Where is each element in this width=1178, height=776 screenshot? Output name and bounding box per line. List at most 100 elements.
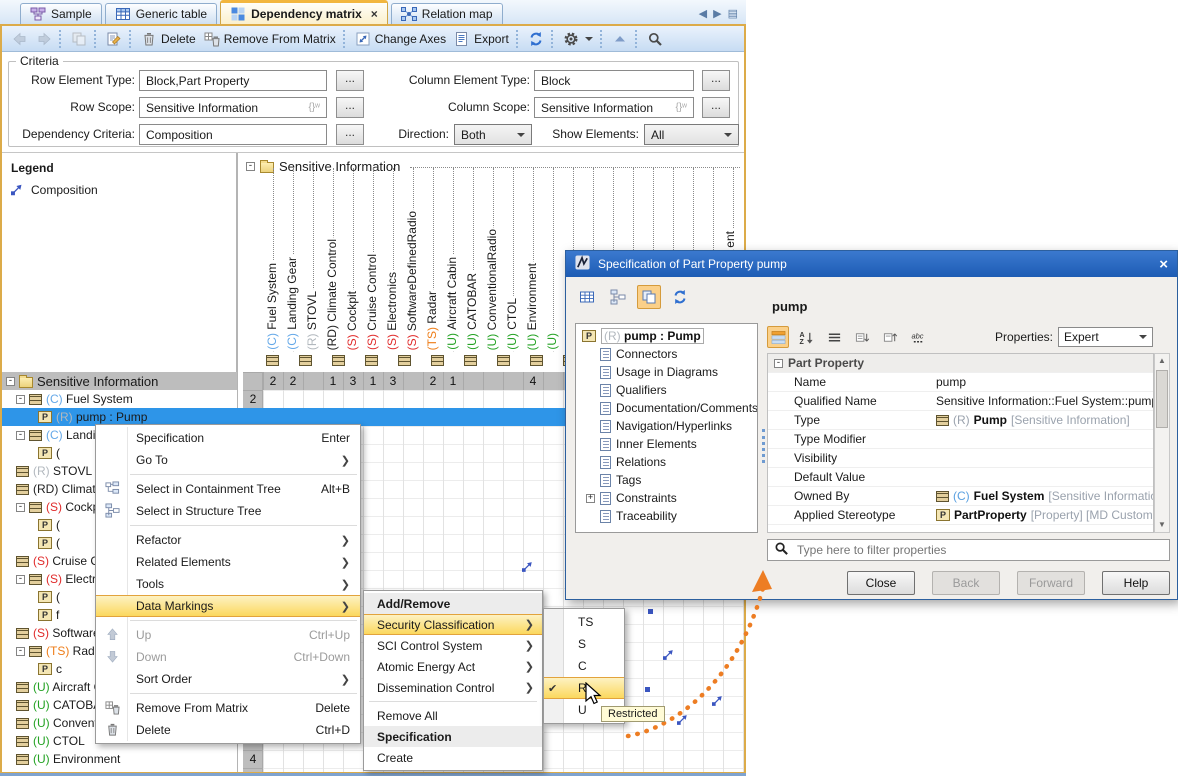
- column-total-cell[interactable]: 3: [383, 372, 403, 390]
- expand-box-icon[interactable]: +: [586, 494, 595, 503]
- dlg-copy-button[interactable]: [637, 285, 661, 309]
- report-button[interactable]: [102, 29, 126, 49]
- column-total-cell[interactable]: 4: [523, 372, 543, 390]
- column-total-cell[interactable]: 1: [363, 372, 383, 390]
- composition-arrow-icon[interactable]: [677, 713, 690, 730]
- column-header-softwaredefinedradio[interactable]: (S) SoftwareDefinedRadio: [404, 209, 421, 352]
- column-header-landing-gear[interactable]: (C) Landing Gear: [284, 255, 301, 352]
- submenu-item-specification[interactable]: Specification: [364, 726, 542, 747]
- property-row-type-modifier[interactable]: Type Modifier: [768, 430, 1153, 449]
- filter-input[interactable]: [795, 542, 1163, 558]
- props-cat-button[interactable]: [767, 326, 789, 348]
- column-header-aircraft-cabin[interactable]: (U) Aircraft Cabin: [444, 255, 461, 352]
- help-button[interactable]: Help: [1102, 571, 1170, 595]
- column-element-type-field[interactable]: Block: [534, 70, 694, 91]
- menu-item-delete[interactable]: DeleteCtrl+D: [96, 719, 360, 741]
- column-total-cell[interactable]: 1: [323, 372, 343, 390]
- column-header-climate-control[interactable]: (RD) Climate Control: [324, 237, 341, 352]
- props-expand-button[interactable]: [851, 326, 873, 348]
- tab-close-icon[interactable]: ×: [371, 7, 378, 21]
- property-row-name[interactable]: Namepump: [768, 373, 1153, 392]
- column-total-cell[interactable]: 1: [443, 372, 463, 390]
- tab-dependency-matrix[interactable]: Dependency matrix×: [220, 0, 388, 24]
- refresh-button[interactable]: [524, 29, 548, 49]
- collapse-box-icon[interactable]: -: [16, 431, 25, 440]
- classification-item-ts[interactable]: TS: [544, 611, 624, 633]
- props-lines-button[interactable]: [823, 326, 845, 348]
- tab-sample[interactable]: Sample: [20, 3, 102, 24]
- collapse-box-icon[interactable]: -: [246, 162, 255, 171]
- scroll-down-icon[interactable]: ▼: [1155, 518, 1169, 532]
- splitter-handle[interactable]: [762, 429, 765, 463]
- props-sort-button[interactable]: AZ: [795, 326, 817, 348]
- column-scope-browse-button[interactable]: ...: [702, 97, 730, 118]
- classification-item-r[interactable]: ✔R: [544, 677, 624, 699]
- classification-item-s[interactable]: S: [544, 633, 624, 655]
- menu-item-remove-from-matrix[interactable]: Remove From MatrixDelete: [96, 697, 360, 719]
- column-header-electronics[interactable]: (S) Electronics: [384, 270, 401, 352]
- column-total-cell[interactable]: 3: [343, 372, 363, 390]
- menu-item-tools[interactable]: Tools❯: [96, 573, 360, 595]
- column-header-cockpit[interactable]: (S) Cockpit: [344, 289, 361, 352]
- show-elements-dropdown[interactable]: All: [644, 124, 739, 145]
- change-axes-button[interactable]: Change Axes: [351, 29, 450, 49]
- collapse-box-icon[interactable]: -: [16, 575, 25, 584]
- props-collapse2-button[interactable]: [879, 326, 901, 348]
- collapse-box-icon[interactable]: -: [774, 359, 783, 368]
- collapse-box-icon[interactable]: -: [16, 647, 25, 656]
- column-header-cruise-control[interactable]: (S) Cruise Control: [364, 252, 381, 352]
- column-total-cell[interactable]: 2: [263, 372, 283, 390]
- matrix-root-header[interactable]: -Sensitive Information: [246, 159, 400, 174]
- submenu-item-remove-all[interactable]: Remove All: [364, 705, 542, 726]
- menu-item-specification[interactable]: SpecificationEnter: [96, 427, 360, 449]
- dialog-tree-item-documentation-comments[interactable]: Documentation/Comments: [576, 399, 757, 417]
- props-abc-button[interactable]: abc: [907, 326, 929, 348]
- menu-item-down[interactable]: DownCtrl+Down: [96, 646, 360, 668]
- properties-mode-dropdown[interactable]: Expert: [1058, 327, 1153, 347]
- row-scope-field[interactable]: Sensitive Information{}ʷ: [139, 97, 327, 118]
- dependency-criteria-field[interactable]: Composition: [139, 124, 327, 145]
- dependency-criteria-browse-button[interactable]: ...: [336, 124, 364, 145]
- property-row-qualified-name[interactable]: Qualified NameSensitive Information::Fue…: [768, 392, 1153, 411]
- direction-dropdown[interactable]: Both: [454, 124, 532, 145]
- submenu-item-sci-control-system[interactable]: SCI Control System❯: [364, 635, 542, 656]
- column-header-ctol[interactable]: (U) CTOL: [504, 296, 521, 352]
- submenu-item-dissemination-control[interactable]: Dissemination Control❯: [364, 677, 542, 698]
- dialog-tree-item-navigation-hyperlinks[interactable]: Navigation/Hyperlinks: [576, 417, 757, 435]
- structure-tree-button[interactable]: [606, 285, 630, 309]
- column-header-fuel-system[interactable]: (C) Fuel System: [264, 261, 281, 352]
- tree-row-environment[interactable]: (U) Environment: [2, 750, 237, 768]
- collapse-button[interactable]: [608, 29, 632, 49]
- column-header-radar[interactable]: (TS) Radar: [424, 289, 441, 352]
- scroll-left-icon[interactable]: ◀: [699, 7, 707, 20]
- menu-item-up[interactable]: UpCtrl+Up: [96, 624, 360, 646]
- column-total-cell[interactable]: 2: [283, 372, 303, 390]
- dialog-title-bar[interactable]: Specification of Part Property pump ×: [566, 251, 1177, 277]
- dialog-tree-root[interactable]: P(R) pump : Pump: [576, 327, 757, 345]
- column-header-catobar[interactable]: (U) CATOBAR: [464, 271, 481, 352]
- column-element-type-browse-button[interactable]: ...: [702, 70, 730, 91]
- property-row-default-value[interactable]: Default Value: [768, 468, 1153, 487]
- forward-button[interactable]: [32, 29, 56, 49]
- tab-generic-table[interactable]: Generic table: [105, 3, 217, 24]
- dialog-tree-item-constraints[interactable]: +Constraints: [576, 489, 757, 507]
- property-row-applied-stereotype[interactable]: Applied StereotypePPartProperty [Propert…: [768, 506, 1153, 525]
- row-total-cell[interactable]: 2: [243, 390, 263, 408]
- remove-from-matrix-button[interactable]: Remove From Matrix: [200, 29, 340, 49]
- dialog-tree-item-relations[interactable]: Relations: [576, 453, 757, 471]
- dialog-tree-item-qualifiers[interactable]: Qualifiers: [576, 381, 757, 399]
- menu-item-go-to[interactable]: Go To❯: [96, 449, 360, 471]
- properties-scrollbar[interactable]: ▲ ▼: [1154, 353, 1170, 533]
- composition-arrow-icon[interactable]: [712, 694, 725, 711]
- search-button[interactable]: [643, 29, 667, 49]
- back-button[interactable]: [8, 29, 32, 49]
- scroll-right-icon[interactable]: ▶: [713, 7, 721, 20]
- submenu-item-atomic-energy-act[interactable]: Atomic Energy Act❯: [364, 656, 542, 677]
- tree-row-fuel-system[interactable]: -(C) Fuel System: [2, 390, 237, 408]
- column-header-stovl[interactable]: (R) STOVL: [304, 289, 321, 352]
- composition-arrow-icon[interactable]: [522, 560, 535, 577]
- column-total-cell[interactable]: 2: [423, 372, 443, 390]
- window-list-icon[interactable]: ▤: [728, 7, 738, 20]
- copy-structure-button[interactable]: [67, 29, 91, 49]
- menu-item-select-in-structure-tree[interactable]: Select in Structure Tree: [96, 500, 360, 522]
